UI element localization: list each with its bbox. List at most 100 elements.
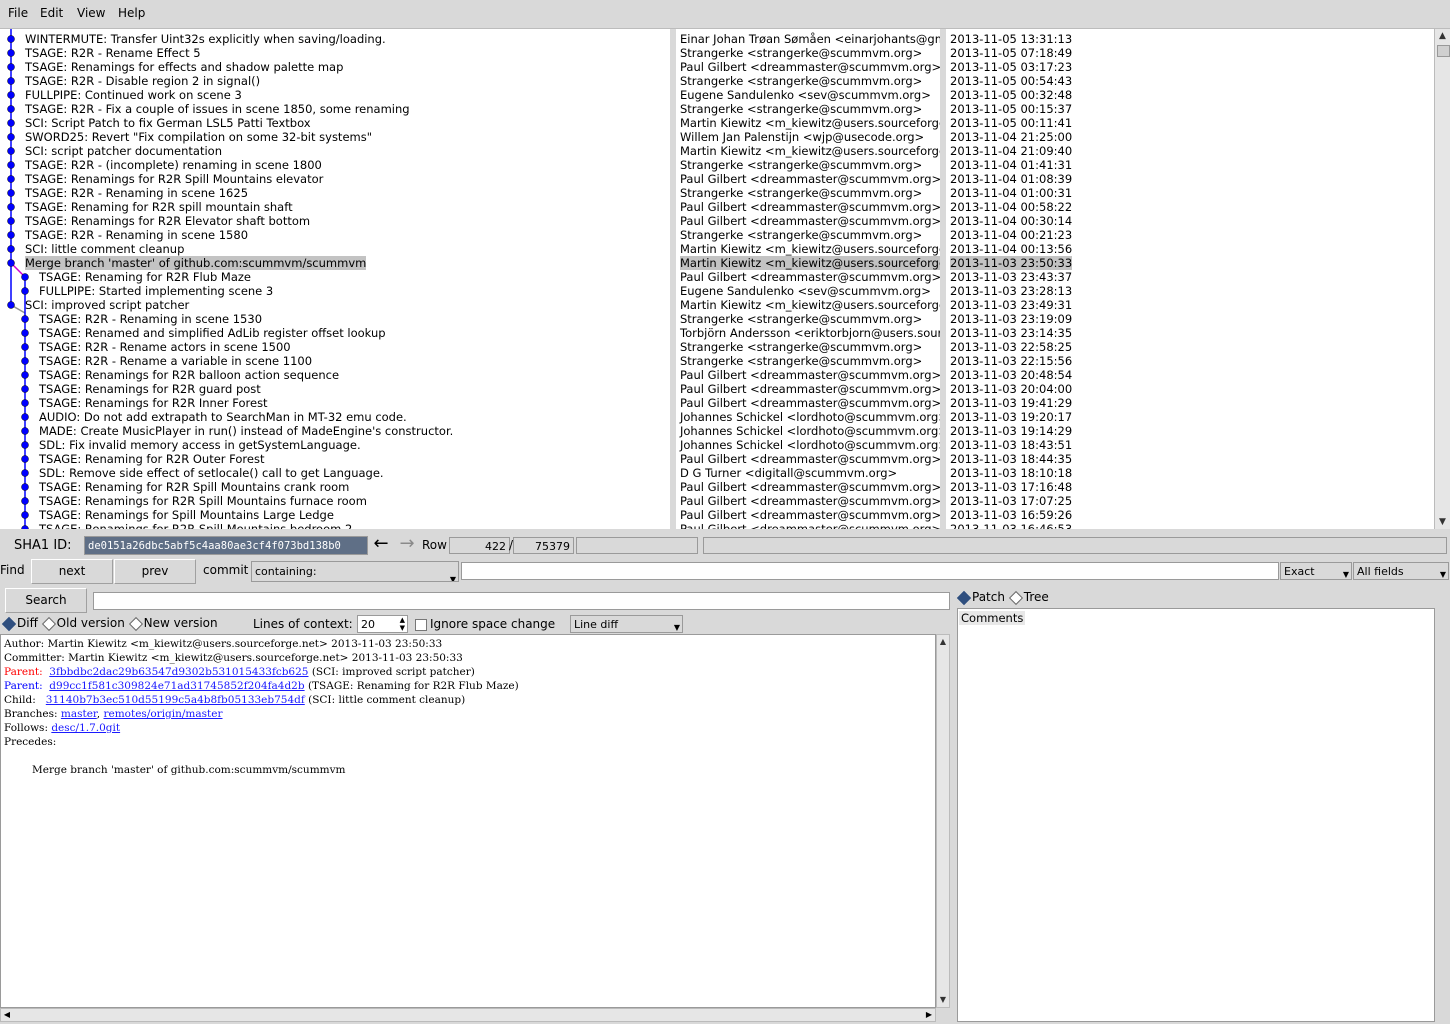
commit-row-author[interactable]: Paul Gilbert <dreammaster@scummvm.org>	[680, 368, 940, 382]
commit-row-date[interactable]: 2013-11-04 21:09:40	[950, 144, 1072, 158]
commit-node-icon[interactable]	[21, 343, 29, 351]
commit-row-date[interactable]: 2013-11-03 18:10:18	[950, 466, 1072, 480]
commit-row-message[interactable]: TSAGE: Renaming for R2R Spill Mountains …	[39, 480, 349, 494]
commit-details-pane[interactable]: Author: Martin Kiewitz <m_kiewitz@users.…	[0, 634, 936, 1008]
commit-row-message[interactable]: TSAGE: R2R - Renaming in scene 1530	[39, 312, 262, 326]
commit-node-icon[interactable]	[21, 511, 29, 519]
find-input[interactable]	[461, 562, 1279, 580]
commit-row-message[interactable]: TSAGE: R2R - Disable region 2 in signal(…	[25, 74, 260, 88]
commit-row-date[interactable]: 2013-11-03 16:46:53	[950, 522, 1072, 529]
commit-row-author[interactable]: Paul Gilbert <dreammaster@scummvm.org>	[680, 270, 940, 284]
file-list-pane[interactable]: Comments	[957, 608, 1435, 1022]
search-input[interactable]	[93, 592, 950, 610]
scroll-right-arrow-icon[interactable]: ▶	[923, 1009, 935, 1021]
commit-node-icon[interactable]	[7, 245, 15, 253]
tree-radio[interactable]: Tree	[1008, 590, 1049, 605]
child-link[interactable]: 31140b7b3ec510d55199c5a4b8fb05133eb754df	[46, 694, 305, 706]
linediff-select[interactable]: Line diff ▼	[570, 615, 683, 633]
commit-row-date[interactable]: 2013-11-03 17:07:25	[950, 494, 1072, 508]
commit-row-date[interactable]: 2013-11-05 07:18:49	[950, 46, 1072, 60]
commit-node-icon[interactable]	[7, 77, 15, 85]
scroll-up-arrow-icon[interactable]: ▲	[937, 635, 949, 649]
commit-row-message[interactable]: TSAGE: Renamings for R2R Spill Mountains…	[39, 522, 352, 529]
commit-row-author[interactable]: Martin Kiewitz <m_kiewitz@users.sourcefo…	[680, 144, 940, 158]
commit-node-icon[interactable]	[21, 427, 29, 435]
commit-row-date[interactable]: 2013-11-03 23:50:33	[950, 256, 1073, 270]
sha-input[interactable]: de0151a26dbc5abf5c4aa80ae3cf4f073bd138b0	[84, 536, 368, 555]
commit-row-author[interactable]: Eugene Sandulenko <sev@scummvm.org>	[680, 88, 931, 102]
commit-node-icon[interactable]	[7, 91, 15, 99]
commit-node-icon[interactable]	[7, 217, 15, 225]
search-button[interactable]: Search	[5, 588, 87, 613]
commit-node-icon[interactable]	[7, 119, 15, 127]
scroll-left-arrow-icon[interactable]: ◀	[1, 1009, 13, 1021]
commit-row-author[interactable]: Paul Gilbert <dreammaster@scummvm.org>	[680, 508, 940, 522]
commit-row-date[interactable]: 2013-11-03 23:28:13	[950, 284, 1072, 298]
commit-date-list[interactable]: 2013-11-05 13:31:13 2013-11-05 07:18:49 20…	[946, 29, 1434, 529]
details-vscroll[interactable]: ▲ ▼	[936, 634, 950, 1008]
commit-row-message[interactable]: TSAGE: Renamings for R2R Elevator shaft …	[25, 214, 310, 228]
commit-node-icon[interactable]	[7, 35, 15, 43]
commit-node-icon[interactable]	[21, 315, 29, 323]
commit-row-message[interactable]: WINTERMUTE: Transfer Uint32s explicitly …	[25, 32, 386, 46]
commit-row-date[interactable]: 2013-11-03 19:41:29	[950, 396, 1072, 410]
new-version-radio[interactable]: New version	[128, 616, 218, 631]
commit-row-date[interactable]: 2013-11-04 01:08:39	[950, 172, 1072, 186]
menu-view[interactable]: View	[77, 6, 105, 20]
commit-row-date[interactable]: 2013-11-05 00:15:37	[950, 102, 1072, 116]
commit-row-date[interactable]: 2013-11-03 18:43:51	[950, 438, 1072, 452]
commit-row-message[interactable]: FULLPIPE: Continued work on scene 3	[25, 88, 242, 102]
commit-row-message[interactable]: SCI: improved script patcher	[25, 298, 189, 312]
parent1-link[interactable]: 3fbbdbc2dac29b63547d9302b531015433fcb625	[49, 666, 308, 678]
commit-row-message[interactable]: TSAGE: R2R - Renaming in scene 1625	[25, 186, 248, 200]
commit-row-author[interactable]: Strangerke <strangerke@scummvm.org>	[680, 158, 922, 172]
follows-tag-link[interactable]: desc/1.7.0git	[51, 722, 120, 734]
commit-row-message[interactable]: TSAGE: R2R - (incomplete) renaming in sc…	[25, 158, 322, 172]
commit-node-icon[interactable]	[21, 483, 29, 491]
comments-entry[interactable]: Comments	[959, 611, 1026, 625]
menu-help[interactable]: Help	[118, 6, 145, 20]
scroll-down-arrow-icon[interactable]: ▼	[1435, 515, 1450, 529]
commit-row-message[interactable]: TSAGE: Renamings for R2R guard post	[39, 382, 261, 396]
commit-row-date[interactable]: 2013-11-04 00:58:22	[950, 200, 1072, 214]
commit-row-date[interactable]: 2013-11-03 23:14:35	[950, 326, 1072, 340]
commit-row-author[interactable]: Johannes Schickel <lordhoto@scummvm.org>	[680, 410, 940, 424]
commit-row-author[interactable]: Paul Gilbert <dreammaster@scummvm.org>	[680, 396, 940, 410]
commit-row-date[interactable]: 2013-11-03 17:16:48	[950, 480, 1072, 494]
commit-row-date[interactable]: 2013-11-03 23:19:09	[950, 312, 1072, 326]
menu-file[interactable]: File	[8, 6, 28, 20]
commit-row-date[interactable]: 2013-11-03 19:14:29	[950, 424, 1072, 438]
commit-row-message[interactable]: TSAGE: Renamed and simplified AdLib regi…	[39, 326, 386, 340]
commit-row-message[interactable]: MADE: Create MusicPlayer in run() instea…	[39, 424, 453, 438]
commit-node-icon[interactable]	[7, 133, 15, 141]
commit-node-icon[interactable]	[21, 455, 29, 463]
commit-node-icon[interactable]	[21, 273, 29, 281]
context-spinbox[interactable]: 20 ▲ ▼	[357, 615, 408, 633]
scroll-down-arrow-icon[interactable]: ▼	[937, 993, 949, 1007]
commit-row-date[interactable]: 2013-11-04 01:00:31	[950, 186, 1072, 200]
commit-row-message[interactable]: SCI: script patcher documentation	[25, 144, 222, 158]
back-arrow-icon[interactable]: ←	[370, 535, 392, 555]
find-next-button[interactable]: next	[31, 559, 113, 584]
commit-row-date[interactable]: 2013-11-05 00:54:43	[950, 74, 1072, 88]
commit-node-icon[interactable]	[7, 105, 15, 113]
patch-radio[interactable]: Patch	[956, 590, 1005, 605]
commit-row-author[interactable]: Paul Gilbert <dreammaster@scummvm.org>	[680, 480, 940, 494]
commit-row-message[interactable]: TSAGE: Renamings for R2R Spill Mountains…	[25, 172, 323, 186]
spin-arrows-icon[interactable]: ▲ ▼	[400, 616, 405, 632]
commit-row-message[interactable]: FULLPIPE: Started implementing scene 3	[39, 284, 273, 298]
commit-node-icon[interactable]	[7, 231, 15, 239]
commit-list-scrollbar[interactable]: ▲ ▼	[1434, 29, 1450, 529]
ignore-space-checkbox[interactable]: Ignore space change	[415, 617, 555, 631]
commit-node-icon[interactable]	[7, 259, 15, 267]
commit-row-author[interactable]: Martin Kiewitz <m_kiewitz@users.sourcefo…	[680, 298, 940, 312]
commit-row-author[interactable]: Paul Gilbert <dreammaster@scummvm.org>	[680, 172, 940, 186]
commit-node-icon[interactable]	[21, 371, 29, 379]
branch-remote-link[interactable]: remotes/origin/master	[103, 708, 222, 720]
commit-row-date[interactable]: 2013-11-05 00:32:48	[950, 88, 1072, 102]
commit-row-author[interactable]: Strangerke <strangerke@scummvm.org>	[680, 46, 922, 60]
commit-author-list[interactable]: Einar Johan Trøan Sømåen <einarjohants@g…	[676, 29, 940, 529]
commit-row-author[interactable]: Paul Gilbert <dreammaster@scummvm.org>	[680, 60, 940, 74]
commit-row-date[interactable]: 2013-11-04 00:13:56	[950, 242, 1072, 256]
commit-row-author[interactable]: Torbjörn Andersson <eriktorbjorn@users.s…	[680, 326, 940, 340]
